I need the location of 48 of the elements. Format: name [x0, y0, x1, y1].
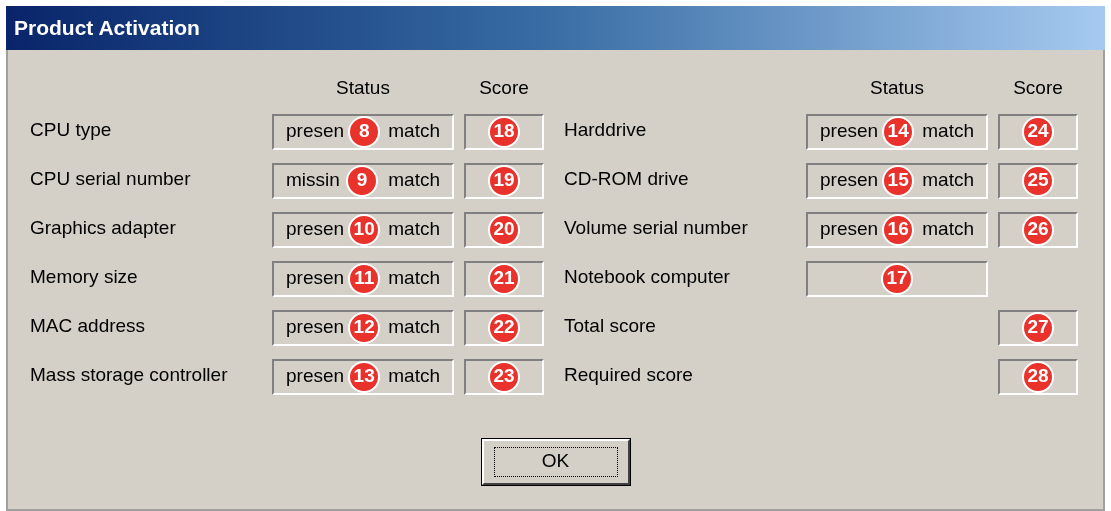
status-field: missin 9 match: [272, 162, 454, 199]
callout-badge: 19: [488, 164, 520, 197]
status-field: presen 8 match: [272, 113, 454, 150]
callout-badge: 21: [488, 262, 520, 295]
field-label: Required score: [564, 362, 694, 387]
callout-badge: 28: [1022, 360, 1054, 393]
ok-button[interactable]: OK: [481, 438, 630, 485]
field-label: Mass storage controller: [30, 362, 229, 387]
column-header: Status: [335, 76, 391, 100]
callout-badge: 13: [348, 360, 381, 393]
field-label: CPU serial number: [30, 166, 192, 191]
callout-badge: 23: [488, 360, 520, 393]
callout-badge: 26: [1022, 213, 1054, 246]
callout-badge: 11: [348, 262, 381, 295]
callout-badge: 12: [348, 311, 381, 344]
callout-badge: 10: [348, 213, 381, 246]
column-header: Status: [869, 76, 925, 100]
field-label: Graphics adapter: [30, 215, 177, 240]
status-field: presen 10 match: [272, 211, 454, 248]
callout-badge: 18: [488, 115, 520, 148]
column-header: Score: [1012, 76, 1064, 100]
status-field: presen 11 match: [272, 260, 454, 297]
callout-badge: 15: [882, 164, 915, 197]
status-field: presen 16 match: [806, 211, 988, 248]
callout-badge: 17: [881, 262, 913, 295]
status-field: presen 14 match: [806, 113, 988, 150]
field-label: MAC address: [30, 313, 147, 338]
field-label: CPU type: [30, 117, 113, 142]
status-field: presen 13 match: [272, 358, 454, 395]
callout-badge: 8: [348, 115, 381, 148]
callout-badge: 14: [882, 115, 915, 148]
field-label: Total score: [564, 313, 657, 338]
status-field: presen 12 match: [272, 309, 454, 346]
callout-badge: 22: [488, 311, 520, 344]
field-label: Notebook computer: [564, 264, 731, 289]
callout-badge: 25: [1022, 164, 1054, 197]
callout-badge: 20: [488, 213, 520, 246]
callout-badge: 27: [1022, 311, 1054, 344]
field-label: Memory size: [30, 264, 139, 289]
field-label: Harddrive: [564, 117, 648, 142]
column-header: Score: [478, 76, 530, 100]
callout-badge: 24: [1022, 115, 1054, 148]
status-field: presen 15 match: [806, 162, 988, 199]
field-label: Volume serial number: [564, 215, 749, 240]
field-label: CD-ROM drive: [564, 166, 690, 191]
callout-badge: 16: [882, 213, 915, 246]
callout-badge: 9: [346, 164, 379, 197]
window-title: Product Activation: [14, 15, 200, 42]
